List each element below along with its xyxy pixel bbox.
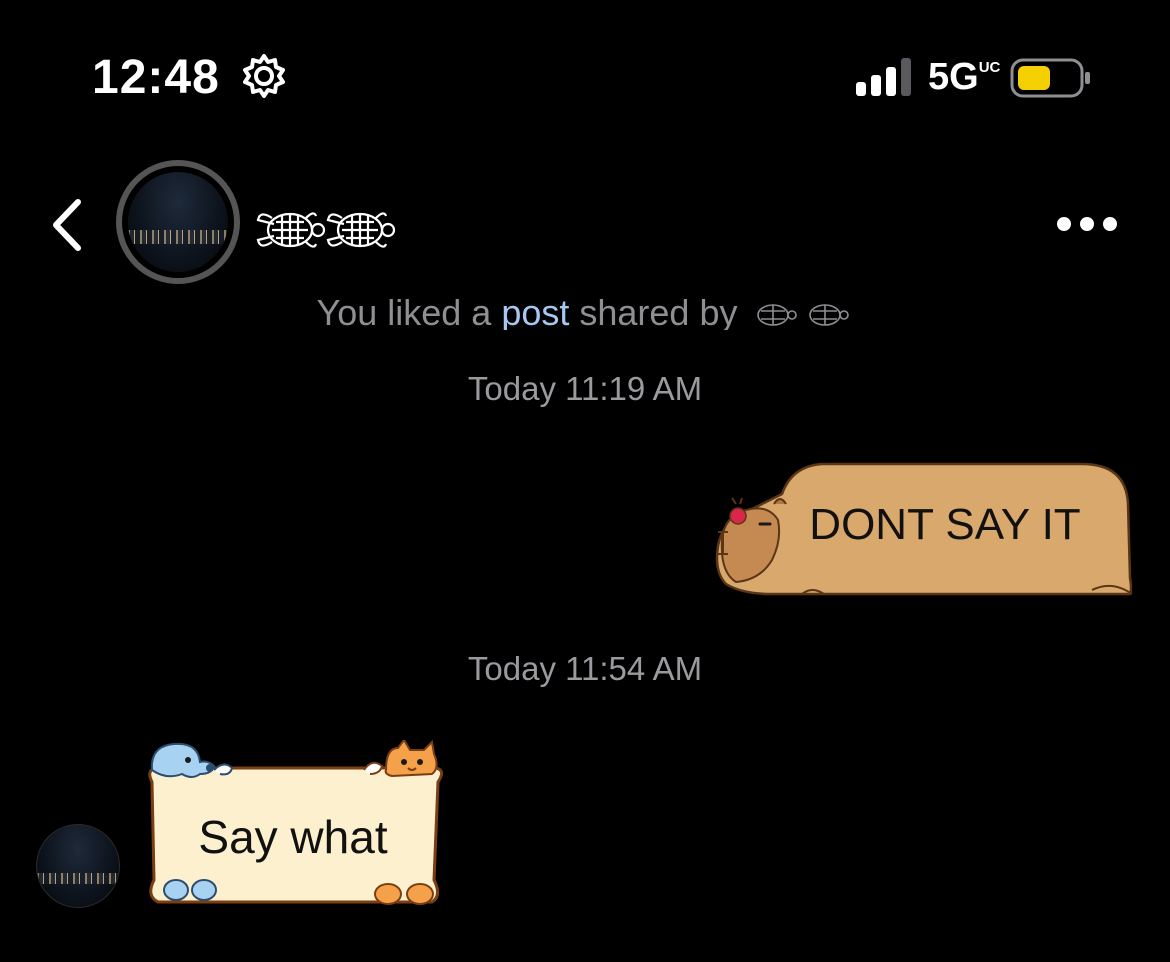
network-label: 5G (928, 56, 979, 98)
post-link[interactable]: post (501, 292, 569, 330)
outgoing-message-text: DONT SAY IT (809, 500, 1081, 549)
system-message: You liked a post shared by (0, 286, 1170, 330)
timestamp: Today 11:19 AM (467, 370, 703, 407)
timestamp: Today 11:54 AM (467, 650, 703, 687)
chevron-left-icon (53, 199, 81, 251)
back-button[interactable] (48, 198, 88, 252)
signal-strength-icon (856, 58, 912, 96)
incoming-message-text: Say what (198, 811, 388, 863)
contact-name-turtle-icons[interactable] (252, 200, 396, 260)
system-message-suffix: shared by (569, 292, 748, 330)
more-horizontal-icon (1057, 217, 1117, 231)
contact-avatar[interactable] (116, 160, 240, 284)
sender-avatar[interactable] (36, 824, 120, 908)
battery-icon (1010, 58, 1092, 98)
network-type-label: 5GUC (928, 56, 1000, 99)
turtle-icons-small (757, 304, 850, 327)
more-options-button[interactable] (1056, 216, 1118, 232)
avatar-photo (128, 172, 228, 272)
status-clock: 12:48 (92, 51, 220, 104)
focus-gear-icon (240, 52, 288, 100)
system-message-prefix: You liked a (316, 292, 502, 330)
network-suffix: UC (978, 59, 1001, 76)
